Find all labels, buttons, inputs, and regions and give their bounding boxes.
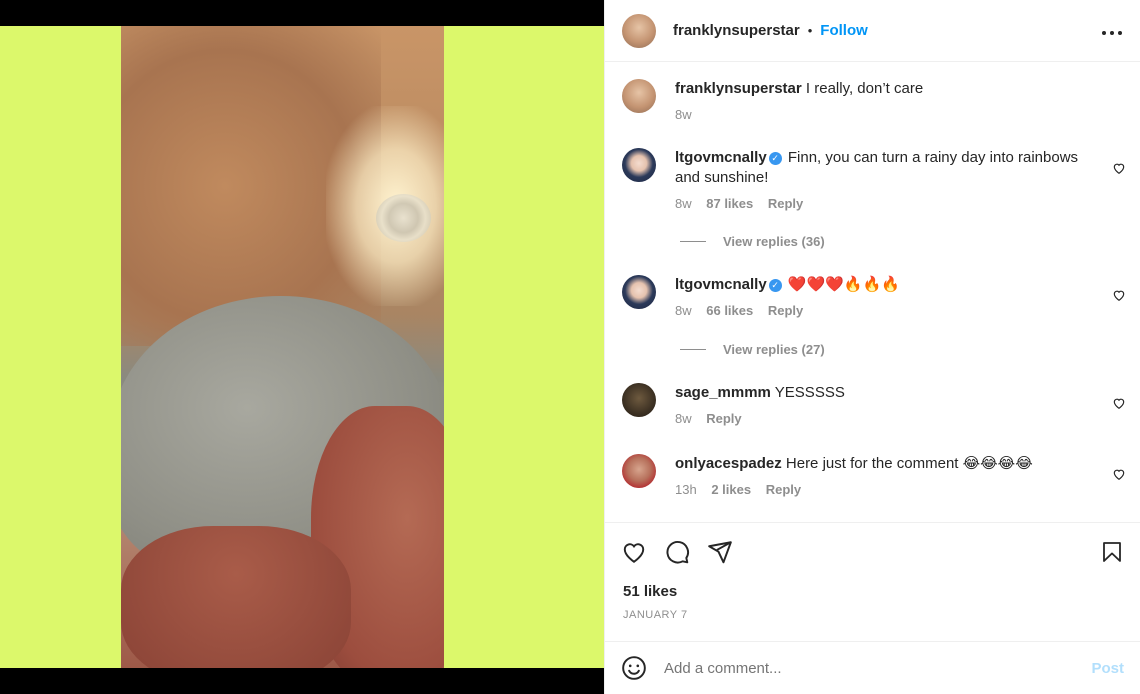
avatar[interactable] [622, 148, 656, 182]
caption-text: I really, don’t care [805, 80, 924, 97]
send-icon[interactable] [707, 539, 733, 565]
avatar[interactable] [622, 275, 656, 309]
comment-likes[interactable]: 87 likes [706, 196, 753, 211]
comment-heart-icon[interactable] [1112, 396, 1126, 410]
reply-button[interactable]: Reply [766, 482, 801, 497]
divider [680, 349, 706, 350]
bookmark-icon[interactable] [1100, 539, 1124, 565]
comment-heart-icon[interactable] [1112, 161, 1126, 175]
avatar[interactable] [622, 454, 656, 488]
post-button[interactable]: Post [1091, 660, 1124, 677]
heart-icon[interactable] [621, 539, 647, 565]
comment-username[interactable]: ltgovmcnally [675, 276, 767, 293]
comment-heart-icon[interactable] [1112, 467, 1126, 481]
view-replies-label: View replies (36) [723, 234, 825, 249]
view-replies-label: View replies (27) [723, 342, 825, 357]
comment-username[interactable]: ltgovmcnally [675, 149, 767, 166]
add-comment-bar: Post [605, 641, 1140, 694]
comment-text: YESSSSS [774, 384, 845, 401]
post-panel: franklynsuperstar • Follow franklynsuper… [604, 0, 1140, 694]
comment-timestamp[interactable]: 13h [675, 482, 697, 497]
reply-button[interactable]: Reply [706, 411, 741, 426]
comment-username[interactable]: sage_mmmm [675, 384, 771, 401]
comment-timestamp[interactable]: 8w [675, 196, 692, 211]
comment-item: onlyacespadez Here just for the comment … [622, 454, 1126, 500]
comment-likes[interactable]: 2 likes [711, 482, 751, 497]
reply-button[interactable]: Reply [768, 196, 803, 211]
post-header: franklynsuperstar • Follow [605, 0, 1140, 62]
follow-button[interactable]: Follow [820, 22, 868, 39]
emoji-icon[interactable] [621, 655, 647, 681]
more-options-icon[interactable] [1101, 19, 1123, 42]
comment-icon[interactable] [664, 539, 690, 565]
comment-heart-icon[interactable] [1112, 288, 1126, 302]
comment-username[interactable]: onlyacespadez [675, 455, 782, 472]
likes-count[interactable]: 51 likes [605, 583, 1140, 600]
verified-badge-icon: ✓ [768, 279, 782, 292]
comment-input[interactable] [664, 659, 1092, 677]
avatar[interactable] [622, 79, 656, 113]
comment-timestamp[interactable]: 8w [675, 303, 692, 318]
avatar[interactable] [622, 13, 656, 48]
comment-text: ❤️❤️❤️🔥🔥🔥 [787, 276, 900, 293]
view-replies-button[interactable]: View replies (36) [680, 234, 825, 249]
post-modal: franklynsuperstar • Follow franklynsuper… [0, 0, 1140, 694]
post-media [0, 0, 604, 694]
photo-region-left [121, 526, 351, 668]
caption: franklynsuperstar I really, don’t care 8… [622, 79, 1126, 125]
comment-item: ltgovmcnally ✓ Finn, you can turn a rainy… [622, 148, 1126, 214]
caption-timestamp[interactable]: 8w [675, 107, 692, 122]
media-frame [0, 26, 604, 668]
comment-timestamp[interactable]: 8w [675, 411, 692, 426]
comment-likes[interactable]: 66 likes [706, 303, 753, 318]
comment-item: sage_mmmm YESSSSS 8w Reply [622, 383, 1126, 429]
avatar[interactable] [622, 383, 656, 417]
verified-badge-icon: ✓ [768, 152, 782, 165]
post-photo[interactable] [121, 26, 444, 668]
divider [680, 241, 706, 242]
reply-button[interactable]: Reply [768, 303, 803, 318]
caption-username[interactable]: franklynsuperstar [675, 80, 802, 97]
action-bar: 51 likes JANUARY 7 [605, 522, 1140, 621]
author-username[interactable]: franklynsuperstar [673, 22, 800, 39]
view-replies-button[interactable]: View replies (27) [680, 342, 825, 357]
comment-item: ltgovmcnally ✓ ❤️❤️❤️🔥🔥🔥 8w 66 likes Repl… [622, 275, 1126, 321]
comment-text: Here just for the comment 😂😂😂😂 [785, 455, 1033, 472]
separator-dot: • [807, 23, 813, 38]
post-date[interactable]: JANUARY 7 [605, 609, 1140, 621]
photo-region-vent [376, 194, 431, 242]
comments-list[interactable]: franklynsuperstar I really, don’t care 8… [605, 62, 1140, 522]
